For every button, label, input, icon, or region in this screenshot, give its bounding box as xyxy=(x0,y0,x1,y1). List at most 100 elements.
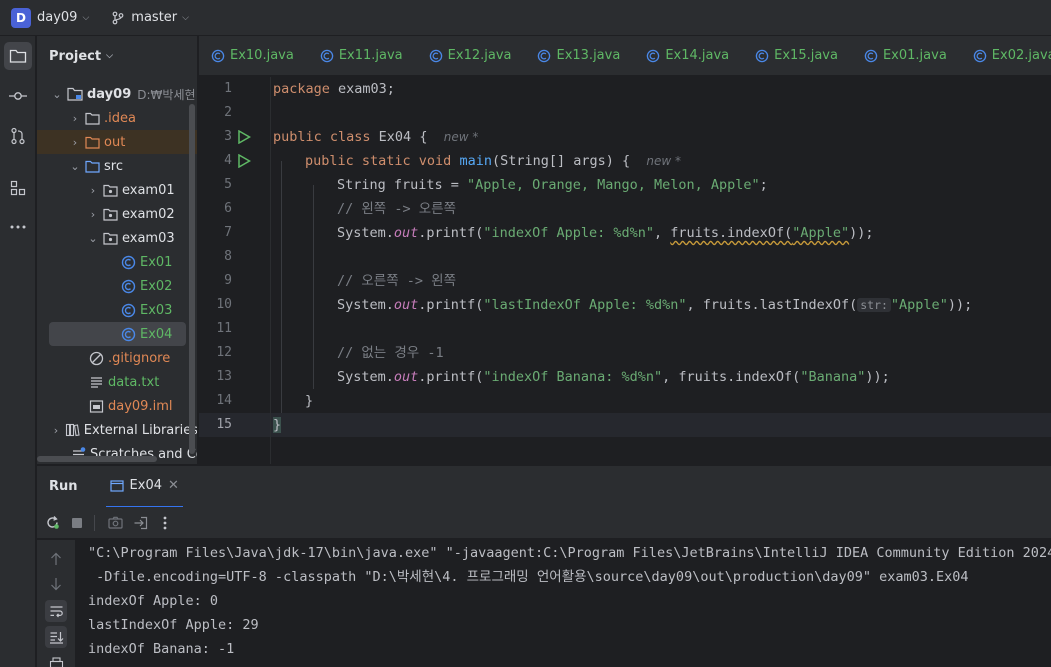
tree-item-label: src xyxy=(104,158,123,174)
print-button[interactable] xyxy=(45,652,67,667)
folder-icon xyxy=(9,49,27,63)
java-class-icon xyxy=(864,49,878,63)
code-line-1: package exam03; xyxy=(273,81,395,97)
console-output[interactable]: "C:\Program Files\Java\jdk-17\bin\java.e… xyxy=(76,540,1051,667)
chevron-right-icon[interactable]: › xyxy=(69,136,81,149)
line-number: 4 xyxy=(224,153,232,168)
tree-item-exam01[interactable]: › exam01 xyxy=(37,178,197,202)
arrow-down-icon xyxy=(51,578,61,591)
dump-threads-button[interactable] xyxy=(104,512,126,534)
tree-item-out[interactable]: › out xyxy=(37,130,197,154)
project-name[interactable]: day09 xyxy=(37,10,77,25)
tab-label: Ex15.java xyxy=(774,48,838,63)
chevron-right-icon[interactable]: › xyxy=(87,208,99,221)
line-number: 11 xyxy=(216,321,232,336)
run-side-toolbar xyxy=(37,540,75,667)
branch-name: master xyxy=(131,10,178,25)
tree-item-ex03[interactable]: Ex03 xyxy=(37,298,197,322)
tree-item-label: day09.iml xyxy=(108,398,173,414)
tab-ex11[interactable]: Ex11.java xyxy=(308,36,417,75)
tree-item-ex02[interactable]: Ex02 xyxy=(37,274,197,298)
stop-button[interactable] xyxy=(66,512,88,534)
editor-gutter: 1 2 3 4 5 6 7 8 9 10 11 12 13 14 15 xyxy=(199,77,271,464)
structure-tool-button[interactable] xyxy=(4,174,32,202)
code-editor[interactable]: 1 2 3 4 5 6 7 8 9 10 11 12 13 14 15 pack… xyxy=(199,77,1051,464)
tab-ex13[interactable]: Ex13.java xyxy=(525,36,634,75)
scroll-to-end-button[interactable] xyxy=(45,626,67,648)
branch-selector[interactable]: master ⌵ xyxy=(111,10,189,25)
tree-item-root[interactable]: ⌄ day09 D:₩박세현 xyxy=(37,82,197,106)
parameter-hint: str: xyxy=(857,298,891,312)
project-scrollbar-horizontal[interactable] xyxy=(37,456,157,462)
exit-button[interactable] xyxy=(129,512,151,534)
chevron-down-icon[interactable]: ⌵ xyxy=(82,13,89,23)
tree-item-label: Ex01 xyxy=(140,254,173,270)
console-line: indexOf Apple: 0 xyxy=(88,593,219,609)
chevron-down-icon[interactable]: ⌄ xyxy=(51,88,63,101)
tree-item-day09-iml[interactable]: day09.iml xyxy=(37,394,197,418)
chevron-down-icon[interactable]: ⌵ xyxy=(106,51,113,61)
scroll-down-button[interactable] xyxy=(45,573,67,595)
chevron-right-icon[interactable]: › xyxy=(87,184,99,197)
camera-icon xyxy=(107,516,123,529)
chevron-down-icon[interactable]: ⌄ xyxy=(87,232,99,245)
tree-item-exam03[interactable]: ⌄ exam03 xyxy=(37,226,197,250)
commit-icon xyxy=(9,92,27,100)
project-badge[interactable]: D xyxy=(11,7,31,28)
code-line-14: } xyxy=(305,393,314,409)
run-tab-ex04[interactable]: Ex04 ✕ xyxy=(105,466,183,508)
tree-item-label: .idea xyxy=(104,110,136,126)
run-gutter-icon[interactable] xyxy=(237,130,251,144)
tab-ex12[interactable]: Ex12.java xyxy=(417,36,526,75)
soft-wrap-button[interactable] xyxy=(45,600,67,622)
tab-ex10[interactable]: Ex10.java xyxy=(199,36,308,75)
project-tool-button[interactable] xyxy=(4,42,32,70)
tree-item-gitignore[interactable]: .gitignore xyxy=(37,346,197,370)
arrow-up-icon xyxy=(51,552,61,565)
run-panel-header: Run Ex04 ✕ xyxy=(37,465,1051,508)
more-options-button[interactable] xyxy=(154,512,176,534)
scroll-to-end-icon xyxy=(49,631,63,644)
console-line: -Dfile.encoding=UTF-8 -classpath "D:\박세현… xyxy=(88,569,969,585)
tree-item-ex01[interactable]: Ex01 xyxy=(37,250,197,274)
root-path: D:₩박세현 xyxy=(137,87,196,102)
tab-ex14[interactable]: Ex14.java xyxy=(634,36,743,75)
tab-ex15[interactable]: Ex15.java xyxy=(743,36,852,75)
code-line-7: System.out.printf("indexOf Apple: %d%n",… xyxy=(337,225,874,241)
close-icon[interactable]: ✕ xyxy=(168,478,179,493)
line-number: 10 xyxy=(216,297,232,312)
tree-item-label: Ex03 xyxy=(140,302,173,318)
source-folder-icon xyxy=(85,160,100,173)
tab-ex01[interactable]: Ex01.java xyxy=(852,36,961,75)
tree-item-data-txt[interactable]: data.txt xyxy=(37,370,197,394)
code-line-9: // 오른쪽 -> 왼쪽 xyxy=(337,273,456,289)
chevron-down-icon[interactable]: ⌄ xyxy=(69,160,81,173)
scroll-up-button[interactable] xyxy=(45,548,67,570)
tree-item-exam02[interactable]: › exam02 xyxy=(37,202,197,226)
tree-item-external-libraries[interactable]: › External Libraries xyxy=(37,418,197,442)
pull-requests-tool-button[interactable] xyxy=(4,122,32,150)
java-class-icon xyxy=(646,49,660,63)
editor-tabs: Ex10.java Ex11.java Ex12.java Ex13.java … xyxy=(199,36,1051,76)
rerun-button[interactable] xyxy=(41,512,63,534)
more-tools-button[interactable] xyxy=(4,213,32,241)
project-panel-header[interactable]: Project ⌵ xyxy=(37,36,197,76)
tree-item-label: .gitignore xyxy=(108,350,171,366)
line-number: 12 xyxy=(216,345,232,360)
run-gutter-icon[interactable] xyxy=(237,154,251,168)
tree-item-idea[interactable]: › .idea xyxy=(37,106,197,130)
tab-ex02[interactable]: Ex02.java xyxy=(961,36,1051,75)
more-horizontal-icon xyxy=(10,225,26,229)
console-line: lastIndexOf Apple: 29 xyxy=(88,617,259,633)
console-line: indexOf Banana: -1 xyxy=(88,641,235,657)
tab-label: Ex01.java xyxy=(882,48,947,63)
library-icon xyxy=(65,423,80,437)
commit-tool-button[interactable] xyxy=(4,82,32,110)
project-scrollbar-vertical[interactable] xyxy=(189,104,195,454)
tree-item-ex04[interactable]: Ex04 xyxy=(49,322,186,346)
line-number: 6 xyxy=(224,201,232,216)
chevron-right-icon[interactable]: › xyxy=(51,424,61,437)
module-folder-icon xyxy=(67,87,83,101)
chevron-right-icon[interactable]: › xyxy=(69,112,81,125)
tree-item-src[interactable]: ⌄ src xyxy=(37,154,197,178)
